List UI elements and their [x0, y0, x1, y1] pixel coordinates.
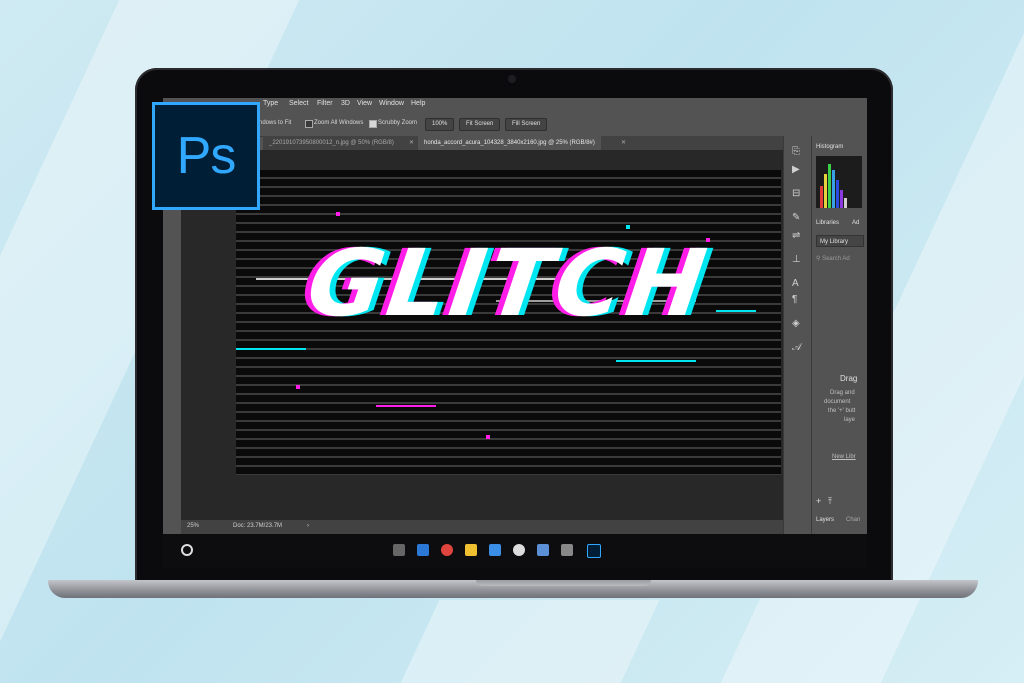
search-icon[interactable] — [181, 544, 193, 556]
os-taskbar — [163, 534, 867, 568]
chrome-icon[interactable] — [441, 544, 453, 556]
folder-icon[interactable] — [465, 544, 477, 556]
library-select[interactable]: My Library — [816, 235, 864, 247]
histogram-bar — [840, 190, 843, 208]
laptop-base — [48, 580, 978, 598]
adjust-icon[interactable]: ⇌ — [792, 230, 800, 241]
camera-icon — [508, 75, 516, 83]
menu-bar: Type Select Filter 3D View Window Help — [163, 98, 867, 112]
doc-size-readout: Doc: 23.7M/23.7M — [233, 523, 283, 529]
panel-icon-strip: ⎘ ▶ ⊟ ✎ ⇌ ⊥ A ¶ ◈ 𝒜 — [783, 136, 812, 534]
menu-select[interactable]: Select — [289, 100, 308, 107]
menu-filter[interactable]: Filter — [317, 100, 333, 107]
image-canvas[interactable]: GLITCH — [236, 170, 781, 475]
edge-icon[interactable] — [417, 544, 429, 556]
windows-to-fit-label[interactable]: ndows to Fit — [259, 120, 291, 126]
status-bar: 25% Doc: 23.7M/23.7M › — [181, 520, 783, 534]
app-icon[interactable] — [513, 544, 525, 556]
glitch-dot — [626, 225, 630, 229]
search-placeholder: Search Ad — [822, 256, 850, 262]
document-tabs: _220191073950800012_n.jpg @ 50% (RGB/8) … — [263, 136, 783, 150]
close-icon[interactable]: ✕ — [615, 136, 632, 150]
task-view-icon[interactable] — [393, 544, 405, 556]
glitch-dot — [296, 385, 300, 389]
upload-icon[interactable]: ⤒ — [828, 496, 832, 507]
options-bar: ndows to Fit Zoom All Windows Scrubby Zo… — [163, 112, 867, 137]
photoshop-logo: Ps — [152, 102, 260, 210]
histogram-bar — [820, 186, 823, 208]
glitch-headline: GLITCH — [301, 230, 716, 337]
tab-histogram[interactable]: Histogram — [816, 144, 843, 150]
stamp-icon[interactable]: ⊥ — [792, 254, 801, 265]
document-area[interactable]: GLITCH — [181, 150, 783, 520]
right-panel: Histogram Libraries Ad My Library ⚲ Sear… — [811, 136, 867, 534]
scrubby-zoom-label: Scrubby Zoom — [378, 120, 418, 126]
histogram-bar — [836, 180, 839, 208]
glitch-streak — [376, 405, 436, 407]
drag-hint-line: Drag and — [830, 390, 855, 396]
glyphs-icon[interactable]: 𝒜 — [792, 342, 801, 353]
tab-channels[interactable]: Chan — [846, 517, 860, 523]
tab-document-1[interactable]: _220191073950800012_n.jpg @ 50% (RGB/8) — [263, 136, 400, 150]
menu-type[interactable]: Type — [263, 100, 278, 107]
character-icon[interactable]: A — [792, 278, 799, 289]
store-icon[interactable] — [489, 544, 501, 556]
histogram-bar — [844, 198, 847, 208]
menu-view[interactable]: View — [357, 100, 372, 107]
play-icon[interactable]: ▶ — [792, 164, 800, 175]
menu-window[interactable]: Window — [379, 100, 404, 107]
menu-3d[interactable]: 3D — [341, 100, 350, 107]
drag-hint-line: laye — [844, 417, 856, 423]
scrubby-zoom-checkbox[interactable] — [369, 120, 377, 128]
search-input[interactable]: ⚲ Search Ad — [816, 253, 864, 265]
drag-hint-line: the '+' butt — [828, 408, 856, 414]
paragraph-icon[interactable]: ¶ — [792, 294, 797, 305]
app-icon[interactable] — [561, 544, 573, 556]
fit-screen-button[interactable]: Fit Screen — [459, 118, 501, 131]
properties-icon[interactable]: ⊟ — [792, 188, 800, 199]
laptop-screen: Type Select Filter 3D View Window Help n… — [163, 98, 867, 568]
photoshop-logo-text: Ps — [176, 127, 237, 185]
tab-document-2[interactable]: honda_accord_acura_104328_3840x2160.jpg … — [418, 136, 601, 150]
histogram-graph — [816, 156, 862, 208]
drag-hint-line: document — [824, 399, 851, 405]
zoom-readout[interactable]: 25% — [187, 523, 199, 529]
histogram-bar — [824, 174, 827, 208]
3d-icon[interactable]: ◈ — [792, 318, 800, 329]
glitch-dot — [336, 212, 340, 216]
history-icon[interactable]: ⎘ — [792, 146, 800, 157]
zoom-100-button[interactable]: 100% — [425, 118, 455, 131]
tab-adjustments[interactable]: Ad — [852, 220, 859, 226]
menu-help[interactable]: Help — [411, 100, 425, 107]
mail-icon[interactable] — [537, 544, 549, 556]
glitch-dot — [486, 435, 490, 439]
tab-libraries[interactable]: Libraries — [816, 220, 839, 226]
histogram-bar — [828, 164, 831, 208]
add-icon[interactable]: + — [816, 496, 821, 506]
fill-screen-button[interactable]: Fill Screen — [505, 118, 548, 131]
new-library-link[interactable]: New Libr — [832, 454, 856, 460]
tab-layers[interactable]: Layers — [816, 517, 834, 523]
glitch-streak — [616, 360, 696, 362]
drag-title: Drag — [840, 374, 858, 383]
zoom-all-windows-checkbox[interactable] — [305, 120, 313, 128]
brush-icon[interactable]: ✎ — [792, 212, 800, 223]
photoshop-task-icon[interactable] — [587, 544, 601, 558]
glitch-streak — [236, 348, 306, 350]
histogram-bar — [832, 170, 835, 208]
laptop-notch — [476, 580, 651, 586]
zoom-all-windows-label: Zoom All Windows — [314, 120, 364, 126]
chevron-right-icon[interactable]: › — [307, 523, 309, 529]
background-shard — [400, 600, 660, 683]
